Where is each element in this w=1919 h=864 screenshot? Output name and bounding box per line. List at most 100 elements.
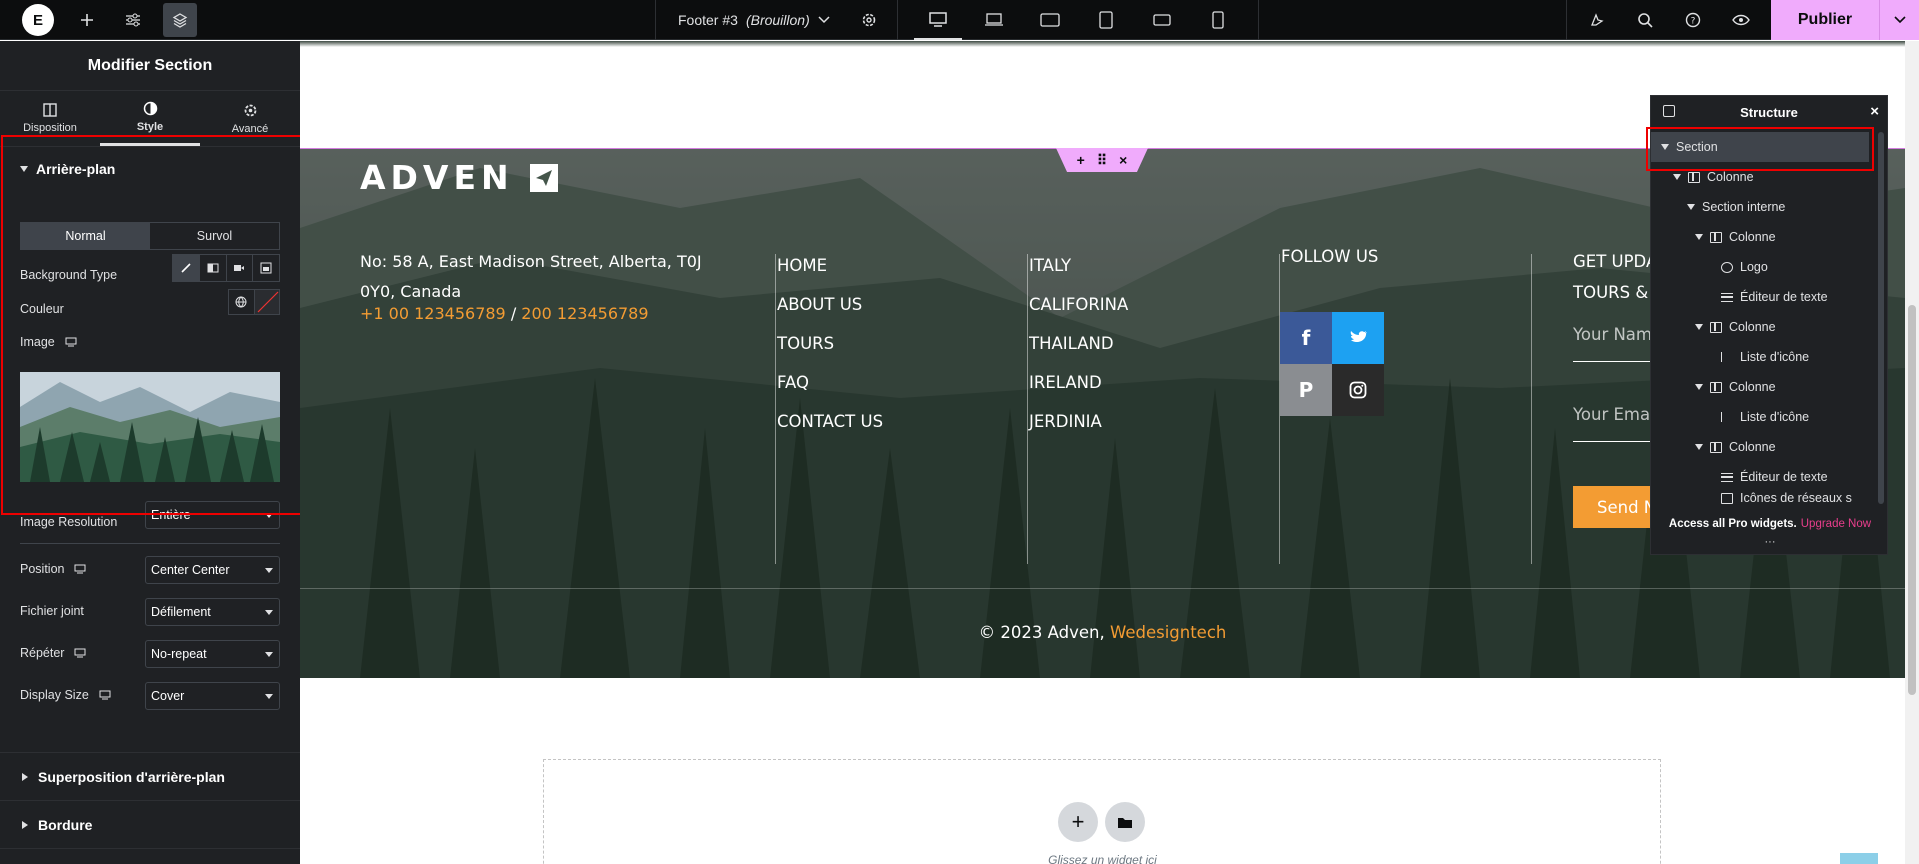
panel-tabs: Disposition Style Avancé [0,91,300,147]
position-label: Position [20,562,65,576]
struct-node-logo[interactable]: Logo [1721,252,1768,282]
structure-header[interactable]: Structure × [1651,96,1887,128]
phone-2[interactable]: 200 123456789 [521,304,648,323]
link-califorina[interactable]: CALIFORINA [1029,285,1128,324]
email-input[interactable]: Your Ema [1573,405,1650,424]
instagram-icon[interactable] [1332,364,1384,416]
video-icon[interactable] [227,255,254,281]
link-tours[interactable]: TOURS [777,324,883,363]
name-input[interactable]: Your Nam [1573,325,1652,344]
state-normal[interactable]: Normal [21,223,150,249]
twitter-icon[interactable] [1332,312,1384,364]
image-preview[interactable] [20,372,280,482]
newsletter-title-line2: TOURS & [1573,283,1649,302]
mobile-landscape-icon[interactable] [1138,0,1186,40]
state-hover[interactable]: Survol [150,223,279,249]
link-jerdinia[interactable]: JERDINIA [1029,402,1128,441]
close-icon[interactable]: × [1119,152,1127,168]
elementor-logo[interactable]: E [22,4,54,36]
link-contact[interactable]: CONTACT US [777,402,883,441]
page-scrollbar-thumb[interactable] [1908,305,1916,695]
pinterest-icon[interactable]: P [1280,364,1332,416]
tab-disposition[interactable]: Disposition [0,91,100,146]
phone-1[interactable]: +1 00 123456789 [360,304,506,323]
section-background-header[interactable]: Arrière-plan [0,149,115,189]
link-thailand[interactable]: THAILAND [1029,324,1128,363]
globe-icon[interactable] [229,290,255,314]
structure-scrollbar[interactable] [1878,132,1884,504]
collapse-icon[interactable] [1663,105,1675,117]
drag-handle-icon[interactable]: ⠿ [1097,152,1107,169]
tab-style[interactable]: Style [100,91,200,146]
struct-node-inner-section[interactable]: Section interne [1687,192,1785,222]
column-icon [1710,321,1722,333]
repeat-select[interactable]: No-repeat [145,640,280,668]
brush-icon[interactable] [173,255,200,281]
node-label: Colonne [1707,170,1754,184]
drop-zone[interactable] [543,759,1661,864]
section-handle[interactable]: + ⠿ × [1056,148,1148,172]
struct-node-column[interactable]: Colonne [1695,372,1776,402]
tablet-landscape-icon[interactable] [1026,0,1074,40]
struct-node-column[interactable]: Colonne [1695,432,1776,462]
struct-node-icon-list[interactable]: Liste d'icône [1721,402,1809,432]
node-label: Colonne [1729,230,1776,244]
eye-icon[interactable] [1726,0,1756,40]
struct-node-text-editor[interactable]: Éditeur de texte [1721,282,1828,312]
struct-node-icon-list[interactable]: Liste d'icône [1721,342,1809,372]
section-overlay-header[interactable]: Superposition d'arrière-plan [0,752,300,800]
link-home[interactable]: HOME [777,246,883,285]
slideshow-icon[interactable] [253,255,279,281]
more-icon[interactable]: ··· [1651,536,1887,548]
color-swatch[interactable] [254,290,279,314]
brand-name: ADVEN [360,158,514,197]
link-ireland[interactable]: IRELAND [1029,363,1128,402]
laptop-icon[interactable] [970,0,1018,40]
caret-down-icon [1687,204,1695,210]
sliders-icon[interactable] [118,0,148,40]
struct-node-social-icons[interactable]: Icônes de réseaux s [1721,490,1852,506]
gear-icon[interactable] [854,0,884,40]
struct-node-column[interactable]: Colonne [1673,162,1754,192]
struct-node-section[interactable]: Section [1651,132,1869,162]
struct-node-column[interactable]: Colonne [1695,222,1776,252]
copyright-text: © 2023 Adven, [978,623,1110,642]
upgrade-link[interactable]: Upgrade Now [1801,518,1871,530]
position-select[interactable]: Center Center [145,556,280,584]
plus-icon[interactable]: + [1077,152,1085,168]
document-title[interactable]: Footer #3 (Brouillon) [678,0,830,40]
link-italy[interactable]: ITALY [1029,246,1128,285]
display-size-select[interactable]: Cover [145,682,280,710]
link-about[interactable]: ABOUT US [777,285,883,324]
image-resolution-select[interactable]: Entière [145,501,280,529]
tablet-icon[interactable] [1082,0,1130,40]
desktop-icon[interactable] [914,0,962,40]
publish-button[interactable]: Publier [1771,0,1919,40]
tab-label: Disposition [23,122,77,134]
panel-divider [0,848,300,864]
caret-down-icon [265,693,273,699]
folder-icon[interactable] [1105,802,1145,842]
mobile-icon[interactable] [1194,0,1242,40]
add-section-button[interactable]: + [1058,802,1098,842]
copyright-link[interactable]: Wedesigntech [1110,623,1226,642]
struct-node-text-editor[interactable]: Éditeur de texte [1721,462,1828,492]
link-faq[interactable]: FAQ [777,363,883,402]
attachment-select[interactable]: Défilement [145,598,280,626]
section-border-header[interactable]: Bordure [0,800,300,848]
gradient-icon[interactable] [200,255,227,281]
search-icon[interactable] [1630,0,1660,40]
chevron-down-icon[interactable] [1879,0,1919,40]
ai-icon[interactable] [1582,0,1612,40]
facebook-icon[interactable]: f [1280,312,1332,364]
caret-down-icon [1695,444,1703,450]
chevron-down-icon [818,16,830,24]
struct-node-column[interactable]: Colonne [1695,312,1776,342]
corner-widget[interactable] [1840,853,1878,864]
close-icon[interactable]: × [1870,103,1879,120]
plus-icon[interactable] [72,0,102,40]
help-icon[interactable]: ? [1678,0,1708,40]
tab-advanced[interactable]: Avancé [200,91,300,146]
brand-logo[interactable]: ADVEN [360,158,558,197]
layers-icon[interactable] [163,3,197,37]
